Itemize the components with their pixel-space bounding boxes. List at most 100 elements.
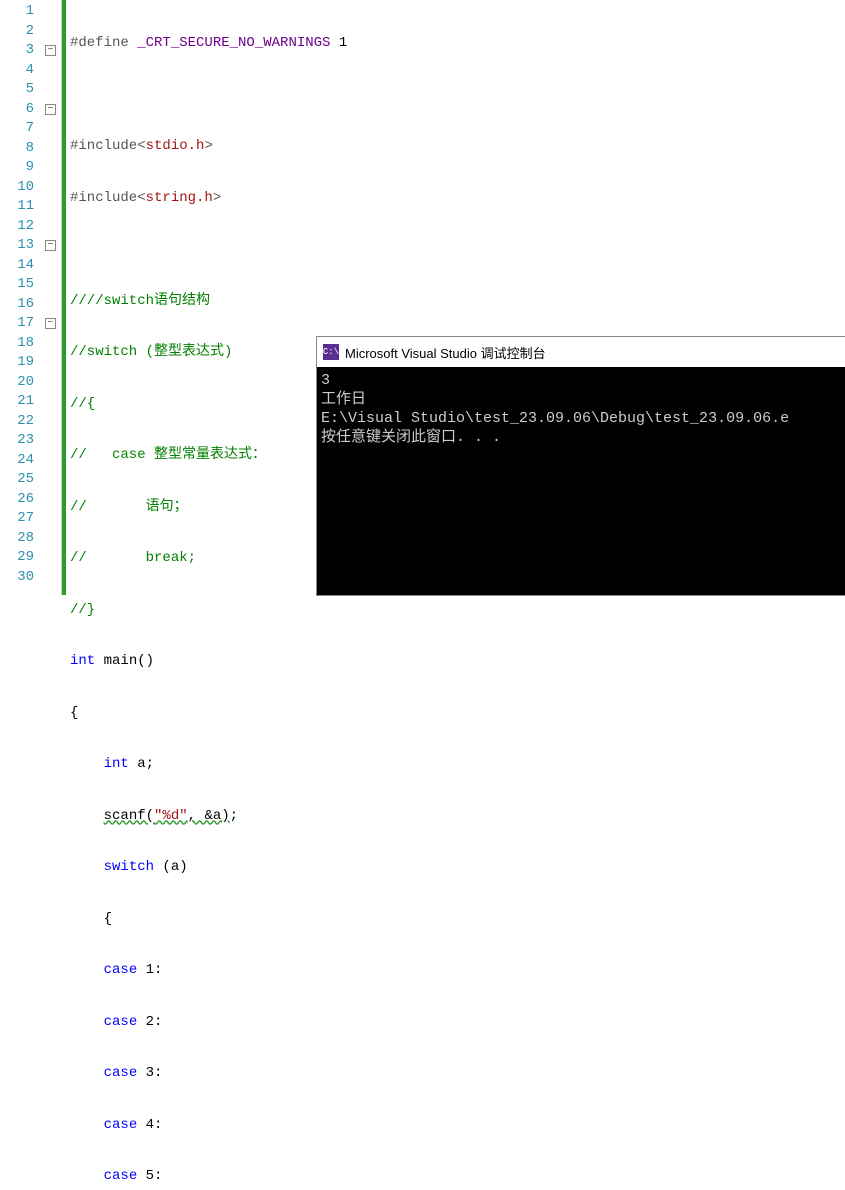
fold-toggle-icon[interactable]: −: [45, 240, 56, 251]
fold-cell: [42, 61, 61, 81]
code-line[interactable]: [70, 86, 845, 106]
line-number[interactable]: 30: [0, 568, 42, 588]
comment: // case 整型常量表达式：: [70, 447, 266, 463]
fold-cell: [42, 431, 61, 451]
line-number[interactable]: 2: [0, 22, 42, 42]
fold-toggle-icon[interactable]: −: [45, 104, 56, 115]
fold-toggle-icon[interactable]: −: [45, 318, 56, 329]
keyword: switch: [104, 859, 154, 875]
fold-cell: [42, 490, 61, 510]
line-number[interactable]: 18: [0, 334, 42, 354]
line-number[interactable]: 28: [0, 529, 42, 549]
fold-cell: −: [42, 236, 61, 256]
fold-cell: [42, 568, 61, 588]
code-line[interactable]: case 3:: [70, 1064, 845, 1084]
line-number[interactable]: 22: [0, 412, 42, 432]
code-line[interactable]: scanf("%d", &a);: [70, 807, 845, 827]
console-title-text: Microsoft Visual Studio 调试控制台: [345, 343, 546, 362]
comment: //switch (整型表达式): [70, 344, 232, 360]
line-number[interactable]: 5: [0, 80, 42, 100]
debug-console-window[interactable]: C:\ Microsoft Visual Studio 调试控制台 3 工作日 …: [317, 337, 845, 595]
directive: #define: [70, 35, 129, 51]
fold-cell: [42, 178, 61, 198]
line-number[interactable]: 21: [0, 392, 42, 412]
fold-cell: −: [42, 41, 61, 61]
fold-column: − − − −: [42, 0, 62, 595]
code-line[interactable]: {: [70, 910, 845, 930]
code-line[interactable]: case 2:: [70, 1013, 845, 1033]
line-number[interactable]: 23: [0, 431, 42, 451]
line-number[interactable]: 1: [0, 2, 42, 22]
console-line: E:\Visual Studio\test_23.09.06\Debug\tes…: [321, 410, 789, 427]
line-number[interactable]: 8: [0, 139, 42, 159]
code-line[interactable]: #define _CRT_SECURE_NO_WARNINGS 1: [70, 34, 845, 54]
line-number[interactable]: 14: [0, 256, 42, 276]
line-number[interactable]: 17: [0, 314, 42, 334]
code-line[interactable]: int main(): [70, 652, 845, 672]
keyword: case: [104, 1065, 138, 1081]
code-text: 3:: [137, 1065, 162, 1081]
fold-toggle-icon[interactable]: −: [45, 45, 56, 56]
comment: // break;: [70, 550, 196, 566]
keyword: int: [70, 653, 95, 669]
line-number[interactable]: 10: [0, 178, 42, 198]
code-text: a;: [129, 756, 154, 772]
code-line[interactable]: ////switch语句结构: [70, 292, 845, 312]
fold-cell: [42, 509, 61, 529]
directive: #include: [70, 190, 137, 206]
line-number-gutter: 1234567891011121314151617181920212223242…: [0, 0, 42, 595]
line-number[interactable]: 4: [0, 61, 42, 81]
fold-cell: [42, 119, 61, 139]
console-titlebar[interactable]: C:\ Microsoft Visual Studio 调试控制台: [317, 337, 845, 367]
line-number[interactable]: 9: [0, 158, 42, 178]
console-output[interactable]: 3 工作日 E:\Visual Studio\test_23.09.06\Deb…: [317, 367, 845, 451]
keyword: case: [104, 1117, 138, 1133]
line-number[interactable]: 24: [0, 451, 42, 471]
code-line[interactable]: #include<string.h>: [70, 189, 845, 209]
code-text: 5:: [137, 1168, 162, 1184]
keyword: case: [104, 962, 138, 978]
line-number[interactable]: 20: [0, 373, 42, 393]
line-number[interactable]: 29: [0, 548, 42, 568]
comment: //{: [70, 396, 95, 412]
fold-cell: −: [42, 314, 61, 334]
fold-cell: [42, 256, 61, 276]
code-line[interactable]: switch (a): [70, 858, 845, 878]
code-line[interactable]: #include<stdio.h>: [70, 137, 845, 157]
line-number[interactable]: 27: [0, 509, 42, 529]
line-number[interactable]: 16: [0, 295, 42, 315]
header-name: string.h: [146, 190, 213, 206]
keyword: case: [104, 1168, 138, 1184]
fold-cell: [42, 80, 61, 100]
line-number[interactable]: 12: [0, 217, 42, 237]
function-name: main: [104, 653, 138, 669]
line-number[interactable]: 6: [0, 100, 42, 120]
line-number[interactable]: 19: [0, 353, 42, 373]
line-number[interactable]: 11: [0, 197, 42, 217]
code-line[interactable]: {: [70, 704, 845, 724]
code-text: , &a): [188, 808, 230, 824]
fold-cell: [42, 373, 61, 393]
fold-cell: [42, 197, 61, 217]
fold-cell: [42, 412, 61, 432]
code-line[interactable]: int a;: [70, 755, 845, 775]
code-line[interactable]: [70, 240, 845, 260]
line-number[interactable]: 7: [0, 119, 42, 139]
fold-cell: [42, 2, 61, 22]
line-number[interactable]: 13: [0, 236, 42, 256]
code-line[interactable]: //}: [70, 601, 845, 621]
code-text: 1:: [137, 962, 162, 978]
fold-cell: [42, 548, 61, 568]
fold-cell: [42, 392, 61, 412]
fold-cell: [42, 353, 61, 373]
fold-cell: [42, 139, 61, 159]
code-line[interactable]: case 5:: [70, 1167, 845, 1187]
directive: #include: [70, 138, 137, 154]
line-number[interactable]: 26: [0, 490, 42, 510]
line-number[interactable]: 3: [0, 41, 42, 61]
line-number[interactable]: 25: [0, 470, 42, 490]
fold-cell: [42, 529, 61, 549]
code-line[interactable]: case 4:: [70, 1116, 845, 1136]
code-line[interactable]: case 1:: [70, 961, 845, 981]
line-number[interactable]: 15: [0, 275, 42, 295]
